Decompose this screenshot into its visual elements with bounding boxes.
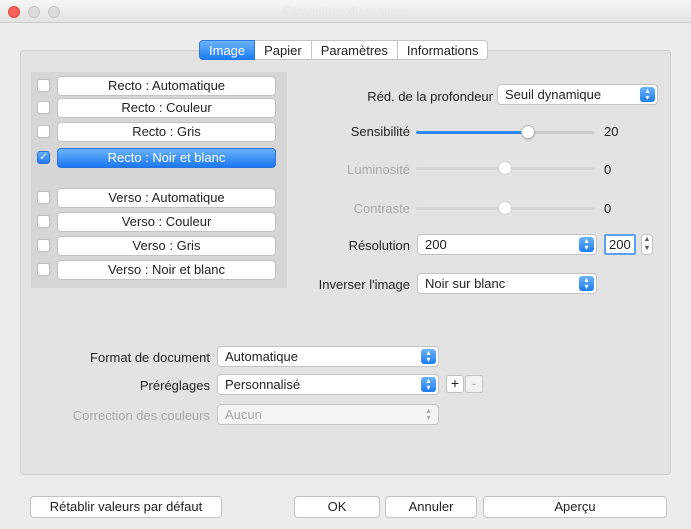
list-item: Recto : Gris	[31, 122, 287, 142]
tab-bar: Image Papier Paramètres Informations	[199, 40, 489, 60]
tab-informations[interactable]: Informations	[397, 40, 489, 60]
chevron-up-down-icon: ▴ ▾	[421, 349, 436, 364]
invert-image-select[interactable]: Noir sur blanc ▴ ▾	[417, 273, 597, 294]
list-item: Verso : Automatique	[31, 188, 287, 208]
cancel-button[interactable]: Annuler	[385, 496, 477, 518]
depth-reduction-select[interactable]: Seuil dynamique ▴ ▾	[497, 84, 658, 105]
presets-value: Personnalisé	[225, 377, 301, 392]
depth-reduction-label: Réd. de la profondeur	[367, 89, 493, 104]
scan-mode-list: Recto : Automatique Recto : Couleur Rect…	[31, 72, 287, 288]
scanner-settings-window: Paramètres du scanner Image Papier Param…	[0, 0, 691, 529]
color-correction-select[interactable]: Aucun ▴ ▾	[217, 404, 439, 425]
chevron-up-down-icon: ▴ ▾	[421, 377, 436, 392]
sensitivity-slider-fill	[416, 131, 529, 134]
mode-button[interactable]: Recto : Gris	[57, 122, 276, 142]
preview-button[interactable]: Aperçu	[483, 496, 667, 518]
reset-defaults-button[interactable]: Rétablir valeurs par défaut	[30, 496, 222, 518]
mode-checkbox[interactable]	[37, 239, 50, 252]
presets-label: Préréglages	[139, 378, 210, 393]
mode-button[interactable]: Verso : Automatique	[57, 188, 276, 208]
color-correction-label: Correction des couleurs	[72, 408, 210, 423]
mode-checkbox[interactable]	[37, 101, 50, 114]
brightness-value: 0	[604, 162, 612, 177]
sensitivity-label: Sensibilité	[350, 124, 410, 139]
tab-parametres[interactable]: Paramètres	[311, 40, 398, 60]
document-format-select[interactable]: Automatique ▴ ▾	[217, 346, 439, 367]
list-item: Recto : Couleur	[31, 98, 287, 118]
chevron-up-down-icon: ▴ ▾	[426, 406, 431, 422]
mode-checkbox-checked[interactable]: ✓	[37, 151, 50, 164]
contrast-slider-knob[interactable]	[498, 201, 512, 215]
tab-papier[interactable]: Papier	[255, 40, 312, 60]
mode-checkbox[interactable]	[37, 263, 50, 276]
chevron-up-down-icon: ▴ ▾	[579, 276, 594, 291]
resolution-value: 200	[425, 237, 447, 252]
resolution-select[interactable]: 200 ▴ ▾	[417, 234, 597, 255]
invert-image-value: Noir sur blanc	[425, 276, 506, 291]
resolution-label: Résolution	[348, 238, 410, 253]
sensitivity-value: 20	[604, 124, 619, 139]
chevron-up-down-icon: ▴ ▾	[640, 87, 655, 102]
document-format-value: Automatique	[225, 349, 298, 364]
brightness-label: Luminosité	[347, 162, 410, 177]
add-preset-button[interactable]: +	[446, 375, 464, 393]
presets-select[interactable]: Personnalisé ▴ ▾	[217, 374, 439, 395]
list-item: Verso : Couleur	[31, 212, 287, 232]
list-item: Verso : Gris	[31, 236, 287, 256]
tab-image[interactable]: Image	[199, 40, 256, 60]
list-item: Recto : Automatique	[31, 76, 287, 96]
mode-checkbox[interactable]	[37, 125, 50, 138]
invert-image-label: Inverser l'image	[318, 277, 410, 292]
mode-button[interactable]: Recto : Automatique	[57, 76, 276, 96]
list-item: Verso : Noir et blanc	[31, 260, 287, 280]
title-bar: Paramètres du scanner	[0, 0, 691, 23]
mode-button[interactable]: Recto : Couleur	[57, 98, 276, 118]
resolution-stepper[interactable]: ▲ ▼	[641, 234, 653, 255]
mode-button[interactable]: Verso : Couleur	[57, 212, 276, 232]
color-correction-value: Aucun	[225, 407, 262, 422]
ok-button[interactable]: OK	[294, 496, 380, 518]
document-format-label: Format de document	[90, 350, 210, 365]
brightness-slider-knob[interactable]	[498, 161, 512, 175]
contrast-label: Contraste	[353, 201, 410, 216]
mode-button[interactable]: Verso : Gris	[57, 236, 276, 256]
mode-checkbox[interactable]	[37, 79, 50, 92]
resolution-field[interactable]: 200	[604, 234, 636, 255]
mode-button[interactable]: Verso : Noir et blanc	[57, 260, 276, 280]
list-item: ✓ Recto : Noir et blanc	[31, 148, 287, 168]
mode-checkbox[interactable]	[37, 191, 50, 204]
contrast-value: 0	[604, 201, 612, 216]
depth-reduction-value: Seuil dynamique	[505, 87, 602, 102]
mode-checkbox[interactable]	[37, 215, 50, 228]
remove-preset-button[interactable]: -	[465, 375, 483, 393]
chevron-up-down-icon: ▴ ▾	[579, 237, 594, 252]
window-title: Paramètres du scanner	[283, 4, 408, 18]
mode-button-selected[interactable]: Recto : Noir et blanc	[57, 148, 276, 168]
